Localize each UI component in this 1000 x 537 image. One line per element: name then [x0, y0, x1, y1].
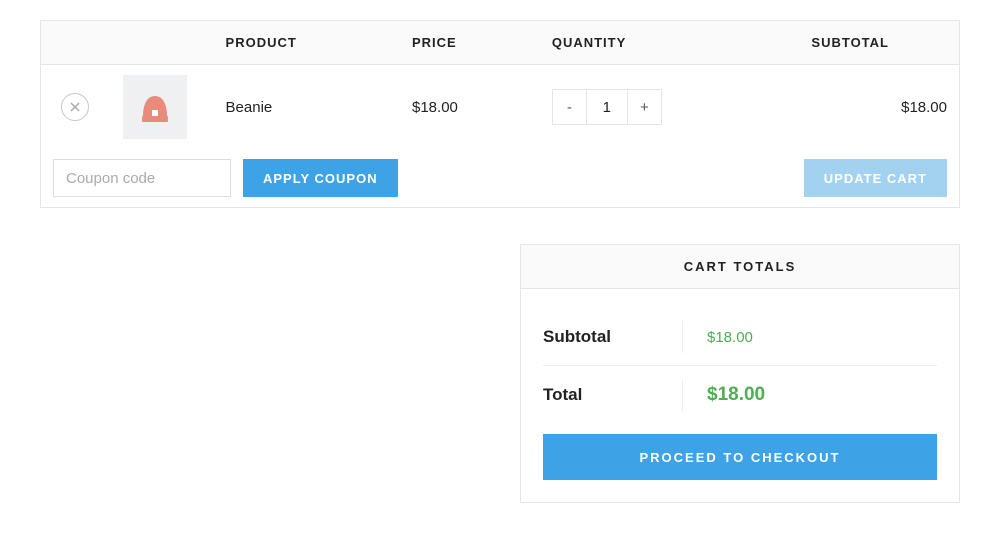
- col-thumb-header: [111, 21, 214, 65]
- product-thumbnail[interactable]: [123, 75, 187, 139]
- quantity-decrement-button[interactable]: -: [553, 90, 587, 124]
- apply-coupon-button[interactable]: APPLY COUPON: [243, 159, 398, 197]
- col-subtotal-header: SUBTOTAL: [773, 21, 960, 65]
- subtotal-row: Subtotal $18.00: [543, 309, 937, 366]
- close-icon: [70, 102, 80, 112]
- quantity-increment-button[interactable]: +: [627, 90, 661, 124]
- cart-row: Beanie $18.00 - + $18.00: [41, 65, 960, 150]
- cart-actions-row: APPLY COUPON UPDATE CART: [41, 149, 960, 208]
- product-name[interactable]: Beanie: [214, 65, 400, 150]
- subtotal-label: Subtotal: [543, 327, 683, 347]
- col-price-header: PRICE: [400, 21, 540, 65]
- remove-item-button[interactable]: [61, 93, 89, 121]
- total-value: $18.00: [683, 384, 765, 406]
- cart-totals-card: CART TOTALS Subtotal $18.00 Total $18.00…: [520, 244, 960, 503]
- quantity-input[interactable]: [587, 90, 627, 124]
- cart-totals-title: CART TOTALS: [521, 245, 959, 289]
- product-subtotal: $18.00: [773, 65, 960, 150]
- beanie-icon: [134, 86, 176, 128]
- coupon-code-input[interactable]: [53, 159, 231, 197]
- product-price: $18.00: [400, 65, 540, 150]
- total-label: Total: [543, 385, 683, 405]
- cart-table: PRODUCT PRICE QUANTITY SUBTOTAL: [40, 20, 960, 208]
- subtotal-value: $18.00: [683, 329, 753, 346]
- update-cart-button[interactable]: UPDATE CART: [804, 159, 947, 197]
- col-product-header: PRODUCT: [214, 21, 400, 65]
- col-remove-header: [41, 21, 112, 65]
- total-row: Total $18.00: [543, 366, 937, 424]
- col-quantity-header: QUANTITY: [540, 21, 773, 65]
- quantity-stepper: - +: [552, 89, 662, 125]
- proceed-to-checkout-button[interactable]: PROCEED TO CHECKOUT: [543, 434, 937, 480]
